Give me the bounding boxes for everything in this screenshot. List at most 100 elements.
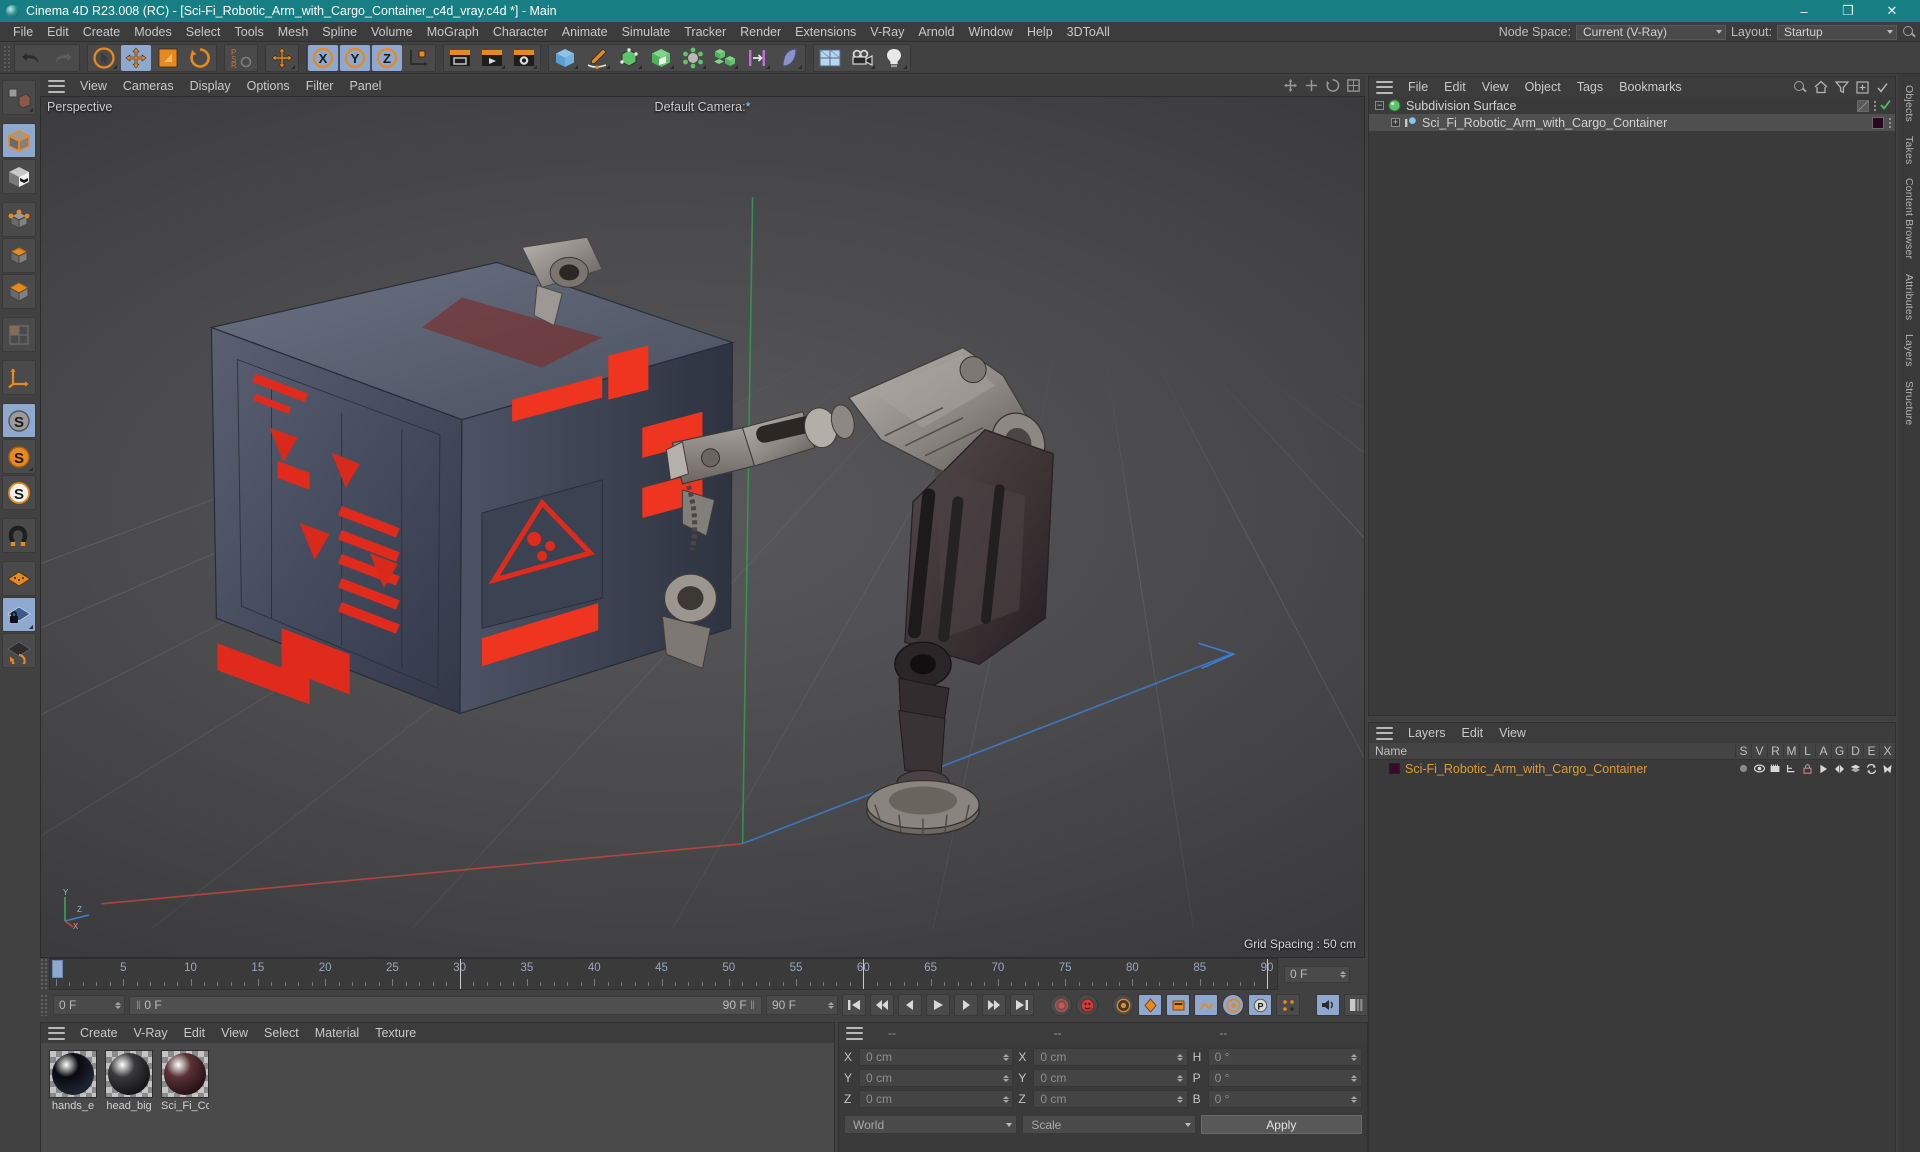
redo-button[interactable] xyxy=(48,45,78,71)
material-menu-create[interactable]: Create xyxy=(72,1023,126,1043)
side-tab-objects[interactable]: Objects xyxy=(1903,78,1915,129)
material-menu-icon[interactable] xyxy=(48,1026,65,1040)
timeline-ruler[interactable]: 051015202530354045505560657075808590 xyxy=(49,958,1278,990)
keyframe-pla-button[interactable] xyxy=(1222,994,1244,1016)
row-dots-icon[interactable] xyxy=(1873,100,1876,112)
object-menu-tags[interactable]: Tags xyxy=(1569,77,1611,97)
step-back-button[interactable] xyxy=(898,994,922,1016)
keyframe-point-level-button[interactable]: P xyxy=(1248,994,1272,1016)
menu-item-help[interactable]: Help xyxy=(1020,22,1060,42)
material-menu-select[interactable]: Select xyxy=(256,1023,307,1043)
viewport-menu-panel[interactable]: Panel xyxy=(341,76,389,96)
pan-icon[interactable] xyxy=(1283,78,1298,93)
render-view-button[interactable] xyxy=(445,45,475,71)
mograph-button[interactable] xyxy=(710,45,740,71)
go-to-start-button[interactable] xyxy=(842,994,866,1016)
environment-button[interactable] xyxy=(678,45,708,71)
menu-item-modes[interactable]: Modes xyxy=(127,22,179,42)
enable-snap-icon[interactable]: S xyxy=(2,403,36,438)
material-menu-material[interactable]: Material xyxy=(307,1023,367,1043)
keyframe-rotation-button[interactable] xyxy=(1166,994,1190,1016)
layer-cell-e[interactable] xyxy=(1863,763,1879,774)
filter-icon[interactable] xyxy=(1835,80,1849,94)
edges-mode-icon[interactable] xyxy=(2,238,36,273)
node-space-dropdown[interactable]: Current (V-Ray) xyxy=(1575,24,1726,40)
menu-item-window[interactable]: Window xyxy=(961,22,1019,42)
close-button[interactable]: ✕ xyxy=(1870,0,1914,22)
camera-button[interactable] xyxy=(847,45,877,71)
checkmark-icon[interactable] xyxy=(1876,81,1889,94)
visibility-check-icon[interactable] xyxy=(1880,99,1891,113)
tree-expand-toggle[interactable]: + xyxy=(1391,118,1400,127)
layout-views-button[interactable] xyxy=(815,45,845,71)
timeline-settings-button[interactable] xyxy=(1344,994,1368,1016)
side-tab-attributes[interactable]: Attributes xyxy=(1903,267,1915,327)
menu-item-mograph[interactable]: MoGraph xyxy=(420,22,486,42)
keyframe-selection-button[interactable] xyxy=(1276,994,1300,1016)
world-object-axis-toggle[interactable] xyxy=(267,45,297,71)
z-axis-lock[interactable]: Z xyxy=(372,44,402,71)
object-menu-view[interactable]: View xyxy=(1474,77,1517,97)
current-frame-display[interactable]: 0 F xyxy=(1284,965,1350,983)
coord-field-position-z[interactable]: 0 cm xyxy=(859,1090,1014,1108)
object-menu-icon[interactable] xyxy=(1376,80,1393,94)
model-mode-icon[interactable] xyxy=(2,123,36,158)
coord-field-rotation-p[interactable]: 0 ° xyxy=(1207,1069,1362,1087)
uv-mode-icon[interactable] xyxy=(2,317,36,352)
stepper-icon[interactable] xyxy=(1001,1093,1010,1106)
anim-drag-handle[interactable] xyxy=(40,994,49,1016)
stepper-icon[interactable] xyxy=(1338,968,1347,981)
menu-item-arnold[interactable]: Arnold xyxy=(911,22,961,42)
layer-cell-m[interactable] xyxy=(1783,764,1799,773)
coordinate-mode-dropdown[interactable]: Scale xyxy=(1022,1115,1196,1134)
layer-cell-l[interactable] xyxy=(1799,763,1815,774)
row-dots-icon[interactable] xyxy=(1888,117,1891,129)
layer-cell-d[interactable] xyxy=(1847,764,1863,774)
menu-item-file[interactable]: File xyxy=(6,22,40,42)
layer-cell-x[interactable] xyxy=(1879,764,1895,774)
stepper-icon[interactable] xyxy=(1176,1072,1185,1085)
layer-cell-r[interactable] xyxy=(1767,764,1783,773)
timeline-drag-handle[interactable] xyxy=(40,958,49,990)
menu-item-tools[interactable]: Tools xyxy=(228,22,271,42)
coord-field-size-x[interactable]: 0 cm xyxy=(1033,1048,1188,1066)
object-row[interactable]: + Sci_Fi_Robotic_Arm_with_Cargo_Container xyxy=(1369,114,1895,131)
lock-workplane-icon[interactable] xyxy=(2,597,36,632)
deformer-button[interactable] xyxy=(646,45,676,71)
layer-column-v[interactable]: V xyxy=(1751,744,1767,758)
magnet-tool-icon[interactable] xyxy=(2,518,36,553)
stepper-icon[interactable] xyxy=(1176,1051,1185,1064)
cube-primitive-button[interactable] xyxy=(550,45,580,71)
search-icon[interactable] xyxy=(1793,80,1807,94)
viewport-3d[interactable]: Perspective Default Camera:* Y Z X Grid … xyxy=(40,96,1365,958)
axis-mode-icon[interactable] xyxy=(2,360,36,395)
coord-field-size-y[interactable]: 0 cm xyxy=(1033,1069,1188,1087)
viewport-menu-view[interactable]: View xyxy=(72,76,115,96)
maximize-button[interactable]: ❐ xyxy=(1826,0,1870,22)
keyframe-position-button[interactable] xyxy=(1112,994,1134,1016)
material-menu-edit[interactable]: Edit xyxy=(176,1023,214,1043)
stepper-icon[interactable] xyxy=(1350,1051,1359,1064)
workplane-icon[interactable] xyxy=(2,561,36,596)
y-axis-lock[interactable]: Y xyxy=(340,44,370,71)
object-menu-bookmarks[interactable]: Bookmarks xyxy=(1611,77,1690,97)
object-menu-edit[interactable]: Edit xyxy=(1436,77,1474,97)
spline-pen-button[interactable] xyxy=(582,45,612,71)
coord-field-position-y[interactable]: 0 cm xyxy=(859,1069,1014,1087)
coord-field-position-x[interactable]: 0 cm xyxy=(859,1048,1014,1066)
coord-field-rotation-b[interactable]: 0 ° xyxy=(1207,1090,1362,1108)
frame-start-field[interactable]: 0 F xyxy=(53,995,125,1015)
layer-column-a[interactable]: A xyxy=(1815,744,1831,758)
stepper-icon[interactable] xyxy=(1350,1072,1359,1085)
material-item[interactable]: head_big xyxy=(105,1050,153,1112)
layer-cell-v[interactable] xyxy=(1751,764,1767,773)
viewport-menu-filter[interactable]: Filter xyxy=(298,76,342,96)
field-button[interactable] xyxy=(774,45,804,71)
material-item[interactable]: Sci_Fi_Co xyxy=(161,1050,209,1112)
stepper-icon[interactable] xyxy=(1001,1051,1010,1064)
object-row[interactable]: − Subdivision Surface xyxy=(1369,97,1895,114)
psr-toggle[interactable]: PSR xyxy=(226,45,256,71)
side-tab-layers[interactable]: Layers xyxy=(1903,327,1915,374)
layer-column-r[interactable]: R xyxy=(1767,744,1783,758)
material-tag-icon[interactable] xyxy=(1872,116,1884,129)
